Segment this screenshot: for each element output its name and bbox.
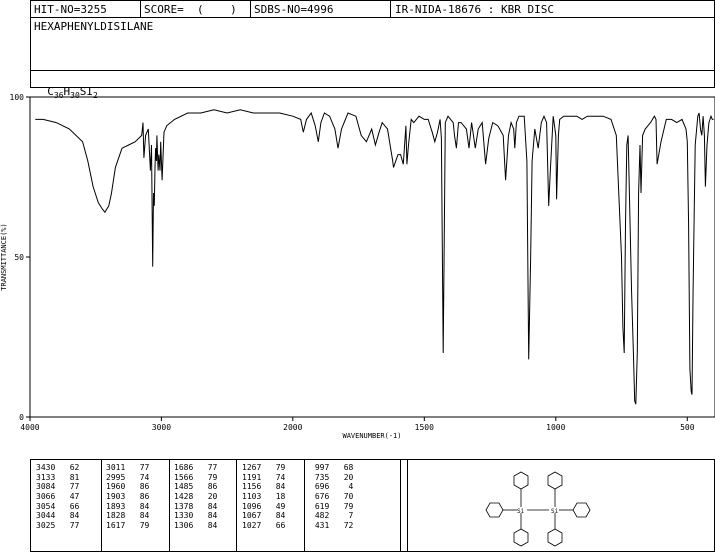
- phenyl-ring: [485, 502, 504, 518]
- peak-row: 1027 66: [242, 521, 286, 531]
- x-axis-label: WAVENUMBER(-1): [342, 432, 401, 440]
- table-divider: [236, 459, 237, 552]
- peak-row: 1330 84: [174, 511, 218, 521]
- peak-row: 1828 84: [106, 511, 150, 521]
- x-tick-label: 1000: [546, 423, 565, 432]
- peak-row: 3011 77: [106, 463, 150, 472]
- phenyl-ring: [547, 471, 563, 490]
- peak-row: 1960 86: [106, 482, 150, 492]
- peak-row: 1267 79: [242, 463, 286, 472]
- peak-row: 1156 84: [242, 482, 286, 492]
- phenyl-ring: [513, 528, 529, 547]
- x-tick-label: 2000: [283, 423, 302, 432]
- peak-row: 3066 47: [36, 492, 80, 502]
- peak-row: 1306 84: [174, 521, 218, 531]
- peak-row: 3084 77: [36, 482, 80, 492]
- axis-ticks: 4000 3000 2000 1500 1000 500100500: [10, 93, 695, 432]
- x-tick-label: 4000: [20, 423, 39, 432]
- peak-row: 1096 49: [242, 501, 286, 511]
- y-tick-label: 100: [10, 93, 25, 102]
- ir-spectrum-chart: 4000 3000 2000 1500 1000 500100500 TRANSMITTA…: [0, 93, 715, 440]
- peak-row: 2995 74: [106, 472, 150, 482]
- molecule-structure: Si Si: [485, 471, 591, 547]
- table-divider: [169, 459, 170, 552]
- peak-row: 1191 74: [242, 472, 286, 482]
- peak-column: 3011 77 2995 74 1960 86 1903 86 1893 84 1828 …: [106, 463, 149, 531]
- x-tick-label: 1500: [415, 423, 434, 432]
- peak-row: 1485 86: [174, 482, 218, 492]
- peak-row: 1686 77: [174, 463, 218, 472]
- peak-row: 1378 84: [174, 501, 218, 511]
- peak-row: 3133 81: [36, 472, 80, 482]
- peak-row: 1428 20: [174, 492, 218, 502]
- peak-row: 1617 79: [106, 521, 150, 531]
- peak-row: 431 72: [310, 521, 354, 531]
- peak-row: 619 79: [310, 501, 354, 511]
- peak-row: 676 70: [310, 492, 354, 502]
- table-divider: [304, 459, 305, 552]
- plot-frame: [29, 96, 715, 418]
- peak-column: 3430 62 3133 81 3084 77 3066 47 3054 66 3044 …: [36, 463, 79, 531]
- peak-row: 3430 62: [36, 463, 80, 472]
- peak-row: 3054 66: [36, 501, 80, 511]
- peak-row: 1903 86: [106, 492, 150, 502]
- y-tick-label: 0: [19, 413, 24, 422]
- peak-row: 482 7: [310, 511, 354, 521]
- peak-row: 1893 84: [106, 501, 150, 511]
- peak-row: 3044 84: [36, 511, 80, 521]
- phenyl-ring: [513, 471, 529, 490]
- phenyl-ring: [572, 502, 591, 518]
- peak-row: 1103 18: [242, 492, 286, 502]
- peak-row: 735 20: [310, 472, 354, 482]
- table-divider: [101, 459, 102, 552]
- x-tick-label: 500: [680, 423, 695, 432]
- peak-column: 1686 77 1566 79 1485 86 1428 20 1378 84 1330 …: [174, 463, 217, 531]
- x-tick-label: 3000: [152, 423, 171, 432]
- peak-row: 696 4: [310, 482, 354, 492]
- si-label-left: Si: [517, 508, 525, 515]
- peak-column: 997 68 735 20 696 4 676 70 619 79 482 7 …: [310, 463, 354, 531]
- y-axis-label: TRANSMITTANCE(%): [0, 223, 8, 290]
- peak-row: 1067 84: [242, 511, 286, 521]
- y-tick-label: 50: [14, 253, 24, 262]
- peak-row: 1566 79: [174, 472, 218, 482]
- si-label-right: Si: [551, 508, 559, 515]
- peak-row: 997 68: [310, 463, 354, 472]
- peak-column: 1267 79 1191 74 1156 84 1103 18 1096 49 1067 …: [242, 463, 285, 531]
- spectrum-line: [35, 109, 714, 405]
- phenyl-ring: [547, 528, 563, 547]
- peak-row: 3025 77: [36, 521, 80, 531]
